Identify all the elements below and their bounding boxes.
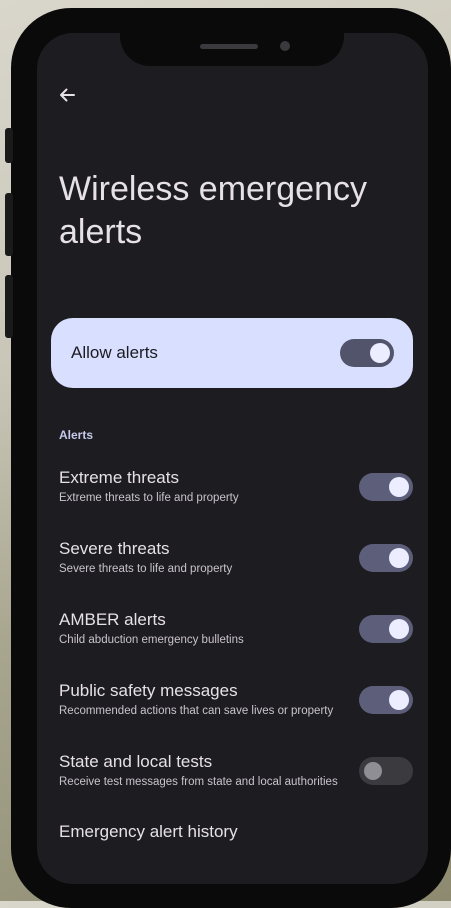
speaker-grille bbox=[200, 44, 258, 49]
amber-alerts-toggle[interactable] bbox=[359, 615, 413, 643]
setting-severe-threats[interactable]: Severe threats Severe threats to life an… bbox=[37, 539, 428, 595]
public-safety-toggle[interactable] bbox=[359, 686, 413, 714]
setting-title: Severe threats bbox=[59, 539, 170, 558]
toggle-knob bbox=[389, 548, 409, 568]
extreme-threats-toggle[interactable] bbox=[359, 473, 413, 501]
back-button[interactable] bbox=[53, 81, 81, 109]
front-camera bbox=[280, 41, 290, 51]
setting-title: AMBER alerts bbox=[59, 610, 166, 629]
toggle-knob bbox=[389, 477, 409, 497]
toggle-knob bbox=[364, 762, 382, 780]
setting-subtitle: Receive test messages from state and loc… bbox=[59, 776, 338, 788]
toggle-knob bbox=[389, 619, 409, 639]
allow-alerts-card[interactable]: Allow alerts bbox=[51, 318, 413, 388]
emergency-alert-history-link[interactable]: Emergency alert history bbox=[59, 822, 238, 842]
toggle-knob bbox=[370, 343, 390, 363]
setting-title: Extreme threats bbox=[59, 468, 179, 487]
toggle-knob bbox=[389, 690, 409, 710]
setting-title: State and local tests bbox=[59, 752, 213, 771]
state-local-tests-toggle[interactable] bbox=[359, 757, 413, 785]
side-button-mute bbox=[5, 128, 13, 163]
setting-extreme-threats[interactable]: Extreme threats Extreme threats to life … bbox=[37, 468, 428, 524]
page-title: Wireless emergency alerts bbox=[59, 170, 367, 251]
setting-state-local-tests[interactable]: State and local tests Receive test messa… bbox=[37, 752, 428, 808]
setting-amber-alerts[interactable]: AMBER alerts Child abduction emergency b… bbox=[37, 610, 428, 666]
arrow-left-icon bbox=[60, 88, 75, 102]
side-button-volume-up bbox=[5, 193, 13, 256]
camera-notch bbox=[120, 8, 344, 66]
section-header-alerts: Alerts bbox=[59, 428, 94, 442]
setting-subtitle: Severe threats to life and property bbox=[59, 563, 233, 575]
setting-subtitle: Extreme threats to life and property bbox=[59, 492, 239, 504]
allow-alerts-toggle[interactable] bbox=[340, 339, 394, 367]
setting-subtitle: Recommended actions that can save lives … bbox=[59, 705, 334, 717]
severe-threats-toggle[interactable] bbox=[359, 544, 413, 572]
phone-screen: Wireless emergency alerts Allow alerts A… bbox=[37, 33, 428, 884]
side-button-volume-down bbox=[5, 275, 13, 338]
setting-subtitle: Child abduction emergency bulletins bbox=[59, 634, 244, 646]
setting-title: Public safety messages bbox=[59, 681, 238, 700]
setting-public-safety-messages[interactable]: Public safety messages Recommended actio… bbox=[37, 681, 428, 737]
allow-alerts-label: Allow alerts bbox=[71, 343, 158, 362]
